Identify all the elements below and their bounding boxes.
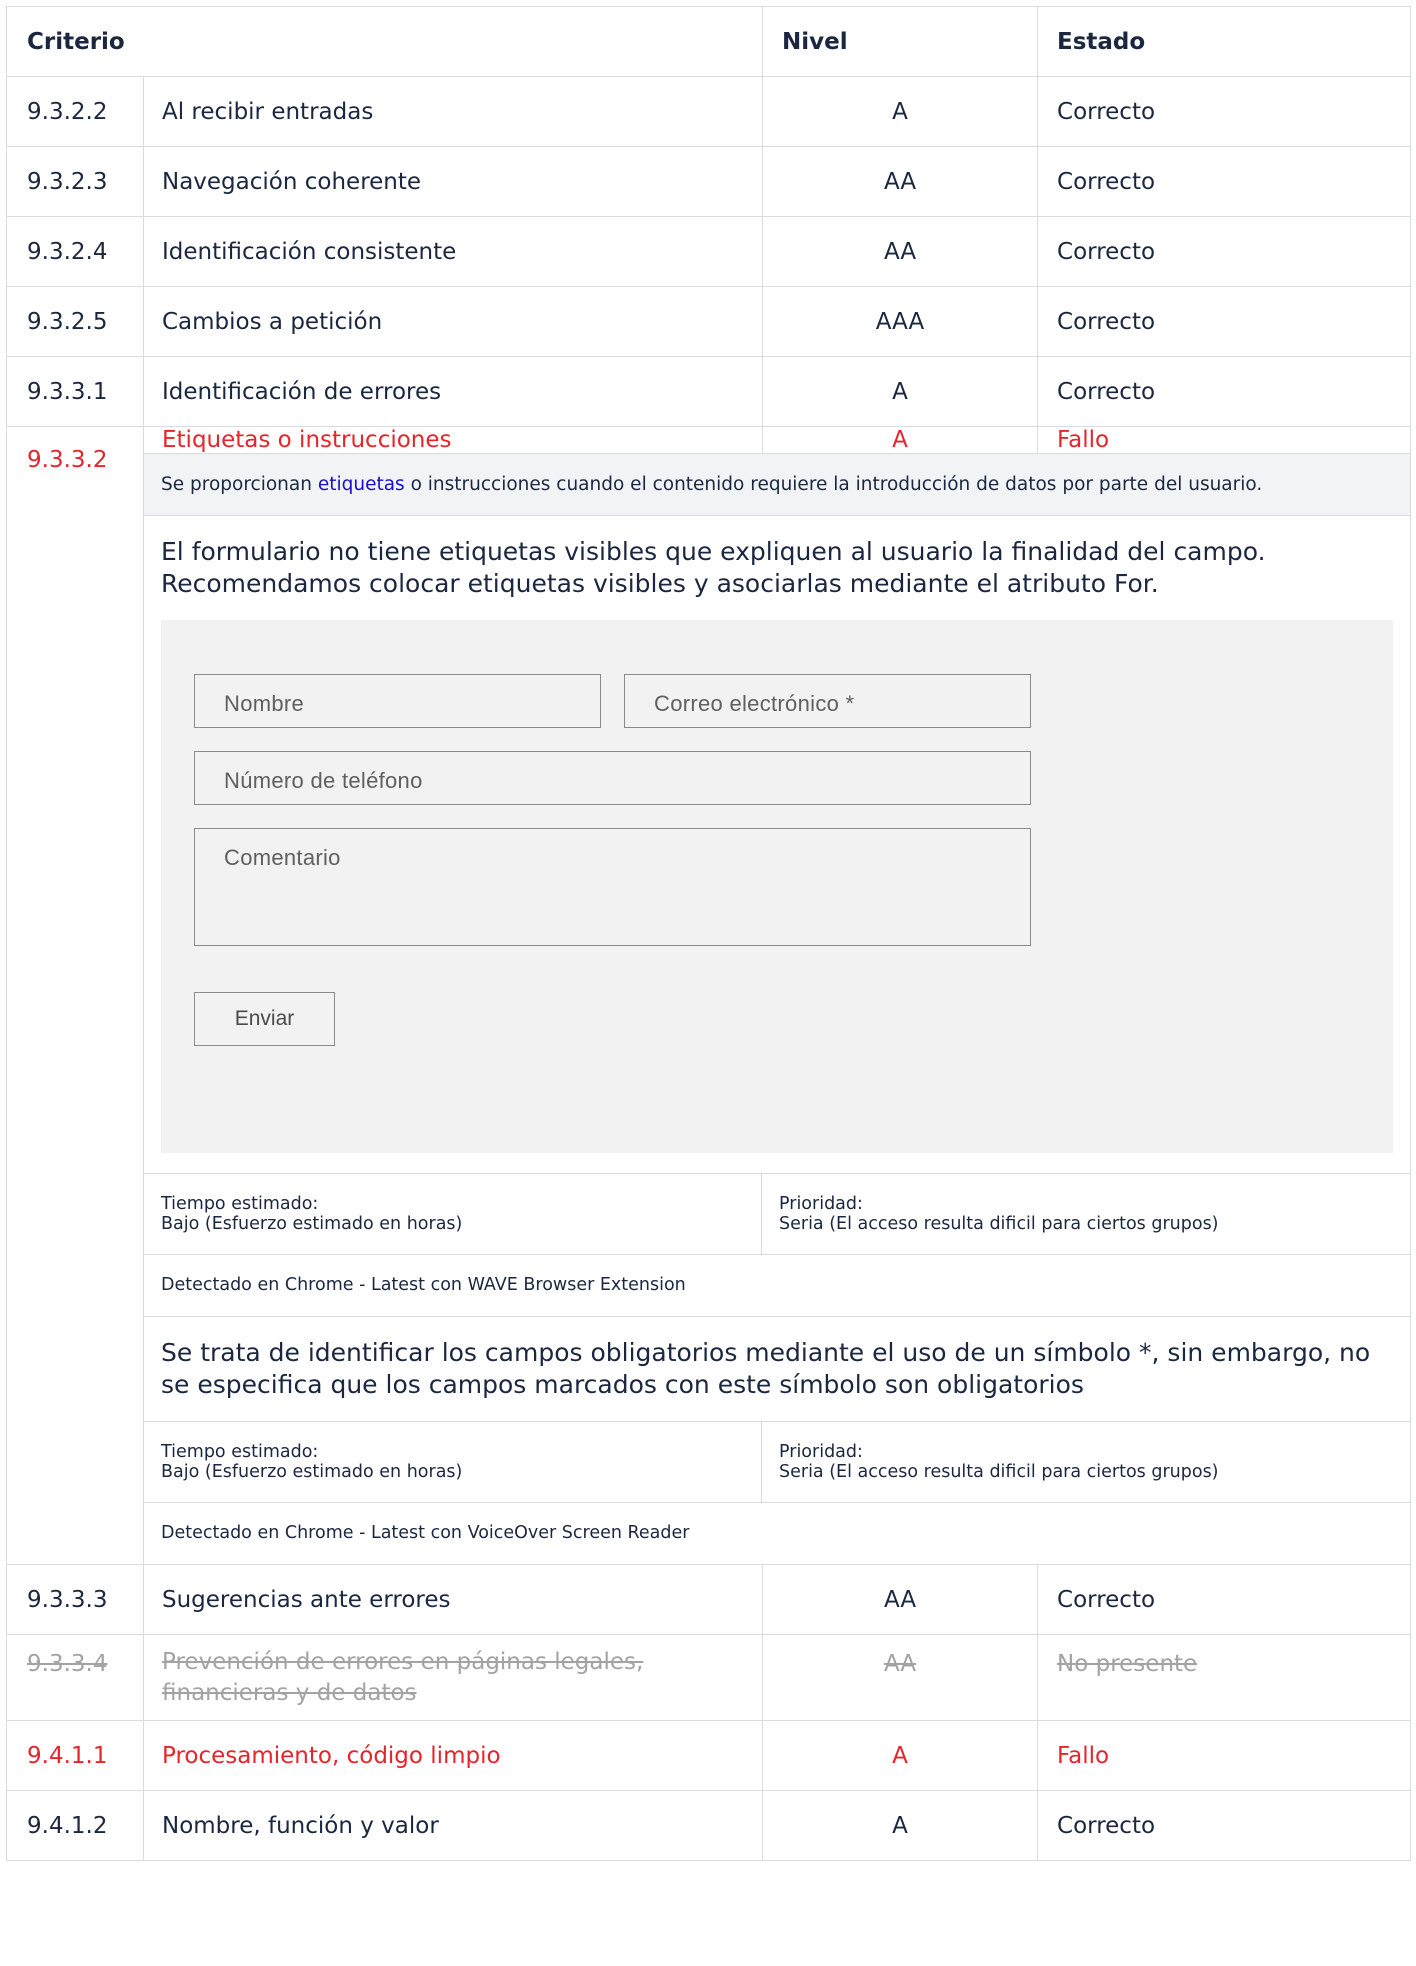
header-criterio: Criterio bbox=[5, 6, 764, 77]
header-nivel: Nivel bbox=[762, 6, 1039, 77]
criterion-status: Correcto bbox=[1037, 286, 1412, 357]
criterion-code: 9.3.2.3 bbox=[6, 146, 144, 217]
table-row: 9.4.1.2 Nombre, función y valor A Correc… bbox=[6, 1790, 1412, 1861]
criteria-table-wrapper: Criterio Nivel Estado 9.3.2.2 Al recibir… bbox=[5, 6, 1412, 1861]
criterion-level: A bbox=[762, 76, 1039, 147]
table-row: 9.3.2.3 Navegación coherente AA Correcto bbox=[6, 146, 1412, 217]
criterion-code: 9.4.1.2 bbox=[6, 1790, 144, 1861]
issue-description: El formulario no tiene etiquetas visible… bbox=[161, 537, 1266, 598]
etiquetas-link[interactable]: etiquetas bbox=[318, 474, 405, 495]
criterion-status: No presente bbox=[1037, 1634, 1412, 1721]
criterion-code: 9.4.1.1 bbox=[6, 1720, 144, 1791]
table-header-row: Criterio Nivel Estado bbox=[5, 6, 1412, 77]
header-estado: Estado bbox=[1037, 6, 1412, 77]
criteria-table: Criterio Nivel Estado 9.3.2.2 Al recibir… bbox=[5, 6, 1412, 1861]
prioridad-value: Seria (El acceso resulta dificil para ci… bbox=[779, 1214, 1219, 1234]
tiempo-label: Tiempo estimado: bbox=[161, 1194, 319, 1214]
nombre-field: Nombre bbox=[194, 674, 601, 728]
criterion-name: Identificación consistente bbox=[142, 216, 764, 287]
criterion-name: Prevención de errores en páginas legales… bbox=[142, 1634, 764, 1721]
criterion-status: Fallo bbox=[1037, 426, 1412, 454]
criterion-level: A bbox=[762, 1790, 1039, 1861]
table-row-fail: 9.4.1.1 Procesamiento, código limpio A F… bbox=[6, 1720, 1412, 1791]
table-row: 9.3.3.1 Identificación de errores A Corr… bbox=[6, 356, 1412, 427]
criterion-status: Correcto bbox=[1037, 146, 1412, 217]
fail-details: Se proporcionan etiquetas o instruccione… bbox=[142, 453, 1412, 1565]
criterion-summary: Se proporcionan etiquetas o instruccione… bbox=[144, 454, 1411, 516]
criterion-level: AA bbox=[762, 216, 1039, 287]
prioridad: Prioridad: Seria (El acceso resulta difi… bbox=[762, 1422, 1410, 1502]
comentario-field: Comentario bbox=[194, 828, 1031, 946]
criterion-code: 9.3.3.2 bbox=[6, 426, 144, 1565]
criterion-status: Correcto bbox=[1037, 356, 1412, 427]
table-row-fail: 9.3.3.2 Etiquetas o instrucciones A Fall… bbox=[6, 426, 1412, 1565]
criterion-level: AA bbox=[762, 146, 1039, 217]
prioridad-label: Prioridad: bbox=[779, 1194, 863, 1214]
table-row: 9.3.3.3 Sugerencias ante errores AA Corr… bbox=[6, 1564, 1412, 1635]
criterion-name: Navegación coherente bbox=[142, 146, 764, 217]
table-row: 9.3.2.2 Al recibir entradas A Correcto bbox=[6, 76, 1412, 147]
tiempo-estimado: Tiempo estimado: Bajo (Esfuerzo estimado… bbox=[144, 1422, 762, 1502]
criterion-status: Correcto bbox=[1037, 1790, 1412, 1861]
issue-description: Se trata de identificar los campos oblig… bbox=[161, 1338, 1371, 1399]
criterion-name: Identificación de errores bbox=[142, 356, 764, 427]
issue-meta: Tiempo estimado: Bajo (Esfuerzo estimado… bbox=[144, 1173, 1411, 1255]
criterion-code: 9.3.3.1 bbox=[6, 356, 144, 427]
summary-prefix: Se proporcionan bbox=[161, 474, 318, 495]
criterion-status: Correcto bbox=[1037, 216, 1412, 287]
criterion-status: Correcto bbox=[1037, 76, 1412, 147]
prioridad-label: Prioridad: bbox=[779, 1442, 863, 1462]
form-screenshot: Nombre Correo electrónico * Número de te… bbox=[161, 620, 1394, 1153]
criterion-name: Etiquetas o instrucciones bbox=[142, 426, 764, 454]
criterion-name: Nombre, función y valor bbox=[142, 1790, 764, 1861]
criterion-level: A bbox=[762, 426, 1039, 454]
criterion-status: Correcto bbox=[1037, 1564, 1412, 1635]
criterion-level: A bbox=[762, 356, 1039, 427]
prioridad: Prioridad: Seria (El acceso resulta difi… bbox=[762, 1174, 1410, 1254]
criterion-name: Cambios a petición bbox=[142, 286, 764, 357]
detected-in: Detectado en Chrome - Latest con VoiceOv… bbox=[161, 1523, 690, 1543]
tiempo-value: Bajo (Esfuerzo estimado en horas) bbox=[161, 1462, 463, 1482]
criterion-code: 9.3.2.5 bbox=[6, 286, 144, 357]
telefono-field: Número de teléfono bbox=[194, 751, 1031, 805]
criterion-level: AAA bbox=[762, 286, 1039, 357]
enviar-button: Enviar bbox=[194, 992, 335, 1046]
criterion-level: AA bbox=[762, 1564, 1039, 1635]
criterion-name: Procesamiento, código limpio bbox=[142, 1720, 764, 1791]
prioridad-value: Seria (El acceso resulta dificil para ci… bbox=[779, 1462, 1219, 1482]
tiempo-value: Bajo (Esfuerzo estimado en horas) bbox=[161, 1214, 463, 1234]
table-row: 9.3.2.4 Identificación consistente AA Co… bbox=[6, 216, 1412, 287]
criterion-status: Fallo bbox=[1037, 1720, 1412, 1791]
criterion-code: 9.3.2.4 bbox=[6, 216, 144, 287]
criterion-name: Sugerencias ante errores bbox=[142, 1564, 764, 1635]
tiempo-estimado: Tiempo estimado: Bajo (Esfuerzo estimado… bbox=[144, 1174, 762, 1254]
table-row-not-present: 9.3.3.4 Prevención de errores en páginas… bbox=[6, 1634, 1412, 1721]
criterion-code: 9.3.2.2 bbox=[6, 76, 144, 147]
detected-in: Detectado en Chrome - Latest con WAVE Br… bbox=[144, 1255, 1411, 1317]
criterion-name: Al recibir entradas bbox=[142, 76, 764, 147]
table-row: 9.3.2.5 Cambios a petición AAA Correcto bbox=[6, 286, 1412, 357]
criterion-level: AA bbox=[762, 1634, 1039, 1721]
summary-suffix: o instrucciones cuando el contenido requ… bbox=[404, 474, 1263, 495]
tiempo-label: Tiempo estimado: bbox=[161, 1442, 319, 1462]
issue-meta: Tiempo estimado: Bajo (Esfuerzo estimado… bbox=[144, 1421, 1411, 1503]
criterion-code: 9.3.3.4 bbox=[6, 1634, 144, 1721]
correo-field: Correo electrónico * bbox=[624, 674, 1031, 728]
criterion-level: A bbox=[762, 1720, 1039, 1791]
fail-details-row: Se proporcionan etiquetas o instruccione… bbox=[7, 453, 1412, 1565]
criterion-code: 9.3.3.3 bbox=[6, 1564, 144, 1635]
